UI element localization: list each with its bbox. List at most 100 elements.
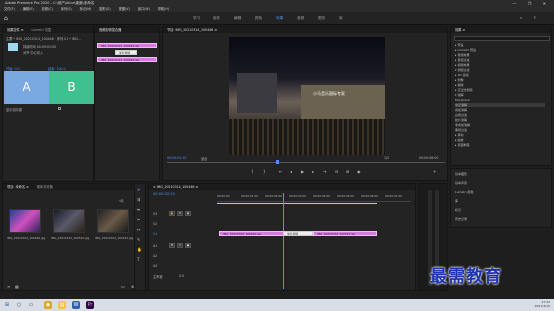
effects-tree-item[interactable]: 叠加溶解 <box>455 108 467 112</box>
tab-effect-controls[interactable]: 效果控件 ≡ <box>7 28 23 32</box>
audio-mic-icon[interactable]: ● <box>185 243 191 248</box>
ripple-edit-icon[interactable]: ⇹ <box>137 208 140 212</box>
effects-tree-item[interactable]: ▾ 视频过渡 <box>455 68 469 72</box>
tab-effects[interactable]: 效果 ≡ <box>455 28 465 32</box>
track-label-v3[interactable]: V3 <box>153 212 157 216</box>
work-area-bar[interactable] <box>217 203 377 204</box>
track-label-v1[interactable]: V1 <box>153 232 157 236</box>
premiere-icon[interactable]: Pr <box>86 301 94 309</box>
project-item-name-1[interactable]: IMG_20210314_100446.jpg <box>7 236 45 240</box>
effects-tree-item[interactable]: ▸ 滑动 <box>455 133 463 137</box>
effects-tree-item[interactable]: ▸ 页面剥落 <box>455 143 469 147</box>
list-view-icon[interactable]: ≡ <box>7 285 10 289</box>
menu-marker[interactable]: 标记(M) <box>80 7 92 11</box>
workspace-learn[interactable]: 学习 <box>193 16 200 21</box>
tab-sequence[interactable]: × IMG_20210314_100446 ≡ <box>153 185 198 189</box>
effects-tree-item[interactable]: ▸ 视频效果 <box>455 63 469 67</box>
chrome-icon[interactable]: ◉ <box>44 301 52 309</box>
workspace-libraries[interactable]: 库 <box>339 16 343 21</box>
effects-tree-item-selected[interactable]: 交叉溶解 <box>455 103 545 107</box>
effects-tree-item[interactable]: MorphCut <box>455 98 470 102</box>
program-timecode-current[interactable]: 00:00:02:10 <box>167 156 186 160</box>
mark-out-icon[interactable]: } <box>263 170 266 174</box>
word-icon[interactable]: W <box>72 301 80 309</box>
workspace-color[interactable]: 颜色 <box>255 16 262 21</box>
effects-tree-item[interactable]: 胶片溶解 <box>455 118 467 122</box>
selection-tool-icon[interactable]: ➤ <box>137 188 140 192</box>
program-resolution-select[interactable]: 1/2 <box>384 156 389 160</box>
effects-tree-item[interactable]: ▸ 音频过渡 <box>455 58 469 62</box>
timeline-playhead[interactable] <box>283 193 284 289</box>
track-label-v2[interactable]: V2 <box>153 222 157 226</box>
tab-project[interactable]: 项目: 未命名 ≡ <box>7 185 29 189</box>
show-source-box[interactable] <box>58 107 61 110</box>
step-back-icon[interactable]: ◂ <box>290 170 292 174</box>
mark-in-icon[interactable]: { <box>251 170 254 174</box>
workspace-assembly[interactable]: 组件 <box>213 16 220 21</box>
track-lock-icon[interactable]: 🔒 <box>169 211 175 216</box>
program-fit-select[interactable]: 适合 <box>201 156 207 161</box>
window-controls[interactable]: — ❐ ✕ <box>513 0 551 7</box>
effects-tree-item[interactable]: ▸ 3D 运动 <box>455 73 469 77</box>
play-icon[interactable]: ▶ <box>301 170 304 174</box>
alignment-label[interactable]: 对齐 中心切入 <box>23 50 43 55</box>
share-icon[interactable]: ⇪ <box>533 16 536 20</box>
track-select-icon[interactable]: ⇶ <box>137 198 140 202</box>
effects-tree-item[interactable]: ▸ 预设 <box>455 43 463 47</box>
project-item-name-3[interactable]: IMG_20210314_100522.jpg <box>95 236 133 240</box>
project-thumb-3[interactable] <box>97 209 129 233</box>
icon-view-icon[interactable]: ▦ <box>15 285 19 289</box>
workspace-edit[interactable]: 编辑 <box>234 16 241 21</box>
playhead-icon[interactable] <box>276 160 279 164</box>
mini-clip-bottom[interactable]: IMG_20210314_100446.jpg <box>97 57 157 62</box>
new-bin-icon[interactable]: ▭ <box>121 285 125 289</box>
task-view-icon[interactable]: ▭ <box>27 301 35 309</box>
tab-program[interactable]: 节目: IMG_20210314_100446 ≡ <box>167 28 217 32</box>
mini-transition[interactable]: 渐变擦除 <box>115 50 137 55</box>
menu-window[interactable]: 窗口(W) <box>138 7 150 11</box>
track-label-a1[interactable]: A1 <box>153 244 157 248</box>
menu-view[interactable]: 视图(V) <box>119 7 130 11</box>
panel-link-markers[interactable]: 标记 <box>455 208 461 212</box>
program-video-frame[interactable]: 小马音乐国际专家 <box>229 37 385 155</box>
mini-clip-top[interactable]: IMG_20210314_100446.jpg <box>97 43 157 48</box>
effects-tree-item[interactable]: ▾ 溶解 <box>455 93 463 97</box>
step-forward-icon[interactable]: ▸ <box>312 170 314 174</box>
project-item-name-2[interactable]: IMG_20210314_100510.jpg <box>51 236 89 240</box>
slip-tool-icon[interactable]: ↔ <box>137 228 140 232</box>
goto-in-icon[interactable]: ⇤ <box>279 170 282 174</box>
panel-link-essential-sound[interactable]: 基本声音 <box>455 181 467 185</box>
effects-tree-item[interactable]: ▸ 沉浸式视频 <box>455 88 472 92</box>
duration-label[interactable]: 持续时间 00:00:01:00 <box>23 44 56 49</box>
tab-lumetri-scopes[interactable]: Lumetri 范围 <box>31 28 51 32</box>
effects-tree-item[interactable]: 白场过渡 <box>455 113 467 117</box>
program-scrubber[interactable] <box>167 162 445 163</box>
search-taskbar-icon[interactable]: ○ <box>15 301 23 309</box>
audio-solo-icon[interactable]: S <box>177 243 183 248</box>
tab-media-browser[interactable]: 媒体浏览器 <box>37 185 53 189</box>
effects-tree-item[interactable]: ▸ 划像 <box>455 78 463 82</box>
effects-tree-item[interactable]: ▸ 音频效果 <box>455 53 469 57</box>
timeline-transition[interactable]: 渐变擦除 <box>283 231 313 236</box>
menu-sequence[interactable]: 序列(S) <box>61 7 72 11</box>
hand-tool-icon[interactable]: ✋ <box>137 248 142 252</box>
track-label-a2[interactable]: A2 <box>153 254 157 258</box>
menu-file[interactable]: 文件(F) <box>4 7 15 11</box>
home-icon[interactable]: ⌂ <box>4 15 11 22</box>
effects-tree-item[interactable]: ▸ 缩放 <box>455 138 463 142</box>
export-frame-icon[interactable]: ◉ <box>357 170 361 174</box>
extract-icon[interactable]: ⊞ <box>346 170 349 174</box>
project-thumb-1[interactable] <box>9 209 41 233</box>
timeline-clip-a[interactable]: IMG_20210314_100446.jpg <box>219 231 291 236</box>
track-sync-icon[interactable]: ⇄ <box>177 211 183 216</box>
panel-link-history[interactable]: 历史记录 <box>455 217 467 221</box>
timeline-clip-b[interactable]: IMG_20210314_100510.jpg <box>313 231 377 236</box>
goto-out-icon[interactable]: ⇥ <box>323 170 326 174</box>
start-menu-icon[interactable]: ⊞ <box>3 301 11 309</box>
panel-link-essential-graphics[interactable]: 基本图形 <box>455 172 467 176</box>
effects-tree-item[interactable]: ▸ Lumetri 预设 <box>455 48 476 52</box>
track-label-a3[interactable]: A3 <box>153 264 157 268</box>
file-explorer-icon[interactable]: ▤ <box>58 301 66 309</box>
lift-icon[interactable]: ⊟ <box>335 170 338 174</box>
menu-clip[interactable]: 剪辑(C) <box>42 7 53 11</box>
